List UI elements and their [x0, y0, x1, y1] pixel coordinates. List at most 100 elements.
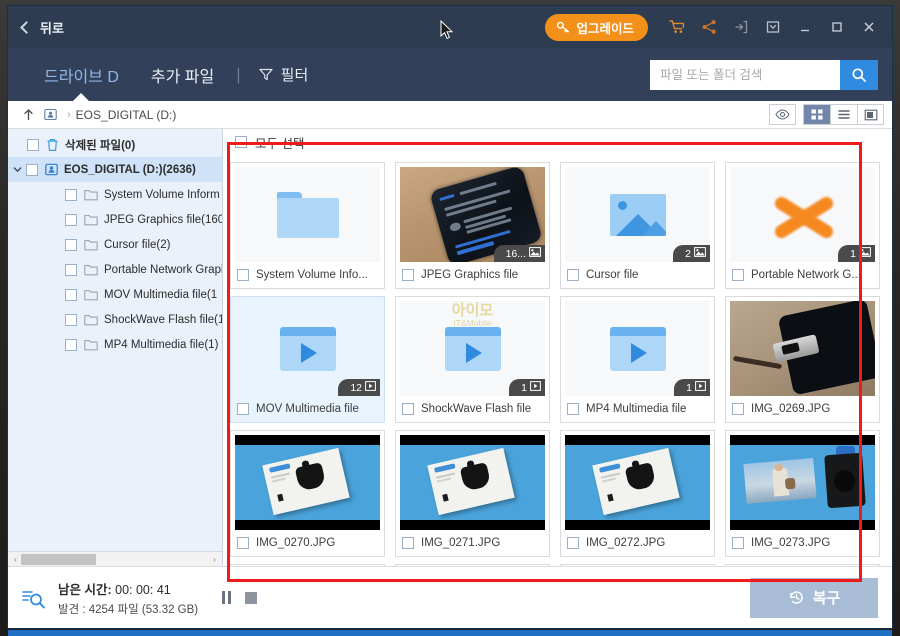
select-all-label: 모두 선택: [255, 136, 305, 151]
badge-count: 2: [685, 247, 691, 260]
minimize-icon[interactable]: [790, 12, 820, 42]
sidebar-horizontal-scrollbar[interactable]: ‹ ›: [8, 551, 222, 566]
scrollbar-track[interactable]: [21, 553, 209, 565]
file-name: System Volume Info...: [256, 269, 368, 281]
file-card[interactable]: 12 MOV Multimedia file: [230, 296, 385, 423]
file-card[interactable]: 1 Portable Network G...: [725, 162, 880, 289]
chevron-down-icon[interactable]: [8, 165, 26, 174]
tree-item-checkbox[interactable]: [65, 288, 77, 301]
file-checkbox[interactable]: [237, 537, 249, 549]
watermark: 아이모 IT&Mobile: [452, 303, 493, 328]
tab-more-files[interactable]: 추가 파일: [135, 48, 230, 101]
up-arrow-icon[interactable]: [22, 108, 35, 121]
stop-button[interactable]: [245, 591, 258, 604]
view-tools: [769, 104, 884, 125]
tree-item-checkbox[interactable]: [65, 338, 77, 351]
list-item[interactable]: [560, 564, 715, 566]
file-checkbox[interactable]: [732, 269, 744, 281]
list-item[interactable]: [395, 564, 550, 566]
thumbnail: 1: [730, 167, 875, 262]
file-name: MOV Multimedia file: [256, 403, 359, 415]
file-checkbox[interactable]: [567, 403, 579, 415]
file-checkbox[interactable]: [402, 269, 414, 281]
list-item[interactable]: [230, 564, 385, 566]
folder-tree[interactable]: 삭제된 파일(0) EOS_DIGITAL (D:)(2636) System Vo…: [8, 129, 222, 551]
file-checkbox[interactable]: [567, 537, 579, 549]
file-checkbox[interactable]: [567, 269, 579, 281]
feedback-icon[interactable]: [758, 12, 788, 42]
tree-item-7[interactable]: ShockWave Flash file(1: [8, 307, 222, 332]
drive-icon[interactable]: [44, 108, 57, 121]
file-card[interactable]: IMG_0272.JPG: [560, 430, 715, 557]
folder-icon: [84, 314, 98, 326]
scroll-left-arrow[interactable]: ‹: [10, 555, 21, 564]
tree-item-1[interactable]: EOS_DIGITAL (D:)(2636): [8, 157, 222, 182]
filter-button[interactable]: 필터: [247, 64, 321, 85]
found-files-text: 발견 : 4254 파일 (53.32 GB): [58, 603, 199, 616]
list-view-icon[interactable]: [830, 104, 857, 125]
tree-item-2[interactable]: System Volume Inform: [8, 182, 222, 207]
tree-item-checkbox[interactable]: [65, 313, 77, 326]
tree-item-checkbox[interactable]: [65, 188, 77, 201]
file-checkbox[interactable]: [237, 403, 249, 415]
tree-item-checkbox[interactable]: [26, 163, 38, 176]
file-card[interactable]: 16... JPEG Graphics file: [395, 162, 550, 289]
tree-item-8[interactable]: MP4 Multimedia file(1): [8, 332, 222, 357]
count-badge: 1: [674, 379, 710, 396]
file-card[interactable]: 아이모 IT&Mobile 1 ShockWave Flash file: [395, 296, 550, 423]
badge-count: 16...: [505, 247, 526, 260]
back-button[interactable]: 뒤로: [8, 6, 78, 48]
list-item[interactable]: [725, 564, 880, 566]
scrollbar-thumb[interactable]: [21, 553, 96, 565]
search-button[interactable]: [840, 59, 878, 90]
recover-button[interactable]: 복구: [750, 577, 878, 618]
tree-item-6[interactable]: MOV Multimedia file(1: [8, 282, 222, 307]
detail-pane-icon[interactable]: [857, 104, 884, 125]
file-card[interactable]: 1 MP4 Multimedia file: [560, 296, 715, 423]
tree-item-checkbox[interactable]: [65, 238, 77, 251]
login-icon[interactable]: [726, 12, 756, 42]
thumbnail: [565, 435, 710, 530]
file-card[interactable]: IMG_0269.JPG: [725, 296, 880, 423]
file-card[interactable]: 2 Cursor file: [560, 162, 715, 289]
tree-item-5[interactable]: Portable Network Graph: [8, 257, 222, 282]
breadcrumb-separator: ›: [67, 108, 71, 121]
trash-icon: [46, 138, 59, 152]
share-icon[interactable]: [694, 12, 724, 42]
breadcrumb-path[interactable]: EOS_DIGITAL (D:): [76, 108, 177, 122]
close-icon[interactable]: [854, 12, 884, 42]
file-card[interactable]: IMG_0273.JPG: [725, 430, 880, 557]
file-pane: 모두 선택 System Volume Info... 16... JPEG Gra…: [223, 129, 892, 566]
file-card[interactable]: System Volume Info...: [230, 162, 385, 289]
file-checkbox[interactable]: [237, 269, 249, 281]
file-grid-scroll[interactable]: System Volume Info... 16... JPEG Graphics …: [223, 155, 892, 566]
tree-item-4[interactable]: Cursor file(2): [8, 232, 222, 257]
tree-item-checkbox[interactable]: [65, 263, 77, 276]
tree-item-3[interactable]: JPEG Graphics file(1607: [8, 207, 222, 232]
file-caption: MOV Multimedia file: [231, 396, 384, 422]
tree-item-0[interactable]: 삭제된 파일(0): [8, 132, 222, 157]
file-card[interactable]: IMG_0271.JPG: [395, 430, 550, 557]
tab-drive[interactable]: 드라이브 D: [28, 48, 135, 101]
scroll-right-arrow[interactable]: ›: [209, 555, 220, 564]
file-card[interactable]: IMG_0270.JPG: [230, 430, 385, 557]
tree-item-checkbox[interactable]: [27, 138, 39, 151]
file-name: ShockWave Flash file: [421, 403, 532, 415]
back-button-label: 뒤로: [40, 20, 64, 36]
file-checkbox[interactable]: [402, 537, 414, 549]
search-input[interactable]: [650, 59, 840, 90]
file-checkbox[interactable]: [732, 537, 744, 549]
select-all-row[interactable]: 모두 선택: [223, 129, 892, 155]
select-all-checkbox[interactable]: [235, 136, 247, 148]
maximize-icon[interactable]: [822, 12, 852, 42]
grid-view-icon[interactable]: [803, 104, 830, 125]
screen: 뒤로 업그레이드 드라이브 D 추가 파일 | 필터 파일 또는 폴더 검색 ›…: [0, 0, 900, 636]
cart-icon[interactable]: [662, 12, 692, 42]
preview-eye-icon[interactable]: [769, 104, 796, 125]
file-checkbox[interactable]: [732, 403, 744, 415]
pause-button[interactable]: [222, 591, 232, 604]
tree-item-checkbox[interactable]: [65, 213, 77, 226]
upgrade-button[interactable]: 업그레이드: [545, 13, 648, 41]
file-caption: IMG_0271.JPG: [396, 530, 549, 556]
file-checkbox[interactable]: [402, 403, 414, 415]
